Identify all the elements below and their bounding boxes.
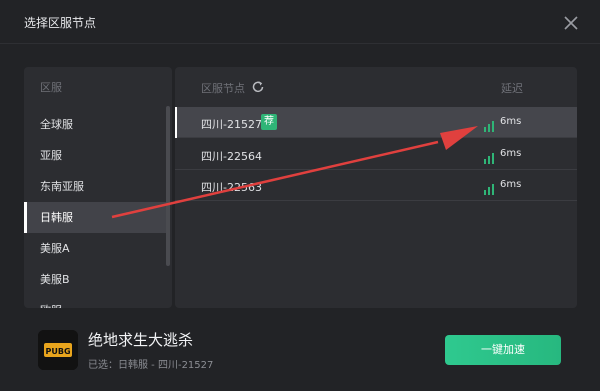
selected-node-text: 已选：日韩服 - 四川-21527 [88,360,214,371]
region-item-global[interactable]: 全球服 [24,109,168,140]
region-panel: 区服 全球服 亚服 东南亚服 日韩服 美服A 美服B 欧服 [24,67,172,308]
node-latency: 6ms [500,148,522,159]
region-item-asia[interactable]: 亚服 [24,140,168,171]
node-name: 四川-21527 [201,118,262,131]
region-heading: 区服 [40,81,62,94]
node-latency: 6ms [500,116,522,127]
region-list: 全球服 亚服 东南亚服 日韩服 美服A 美服B 欧服 [24,109,168,308]
dialog-title: 选择区服节点 [24,16,97,30]
node-row[interactable]: 四川-22564 6ms [175,139,577,170]
node-name: 四川-22563 [201,181,262,194]
signal-bars-icon [483,180,495,195]
one-click-accelerate-button[interactable]: 一键加速 [445,335,561,365]
region-scrollbar[interactable] [166,106,170,266]
region-item-us-a[interactable]: 美服A [24,233,168,264]
recommended-badge: 荐 [261,114,277,130]
node-latency: 6ms [500,179,522,190]
region-item-japan-korea[interactable]: 日韩服 [24,202,168,233]
signal-bars-icon [483,149,495,164]
node-name: 四川-22564 [201,150,262,163]
region-item-us-b[interactable]: 美服B [24,264,168,295]
region-item-europe[interactable]: 欧服 [24,295,168,308]
dialog-header: 选择区服节点 [0,0,600,44]
refresh-icon[interactable] [251,79,265,93]
game-icon-text: PUBG [45,347,70,356]
node-row[interactable]: 四川-21527 荐 6ms [175,107,577,138]
node-panel: 区服节点 延迟 四川-21527 荐 6ms 四川-22564 6ms 四川-2… [175,67,577,308]
node-select-dialog: 选择区服节点 区服 全球服 亚服 东南亚服 日韩服 美服A 美服B 欧服 区服节… [0,0,600,391]
latency-column-header: 延迟 [501,82,523,95]
close-icon[interactable] [560,12,582,34]
node-row[interactable]: 四川-22563 6ms [175,170,577,201]
game-icon: PUBG [38,330,78,370]
signal-bars-icon [483,117,495,132]
region-item-southeast-asia[interactable]: 东南亚服 [24,171,168,202]
game-title: 绝地求生大逃杀 [88,331,194,349]
node-column-header: 区服节点 [201,82,245,95]
